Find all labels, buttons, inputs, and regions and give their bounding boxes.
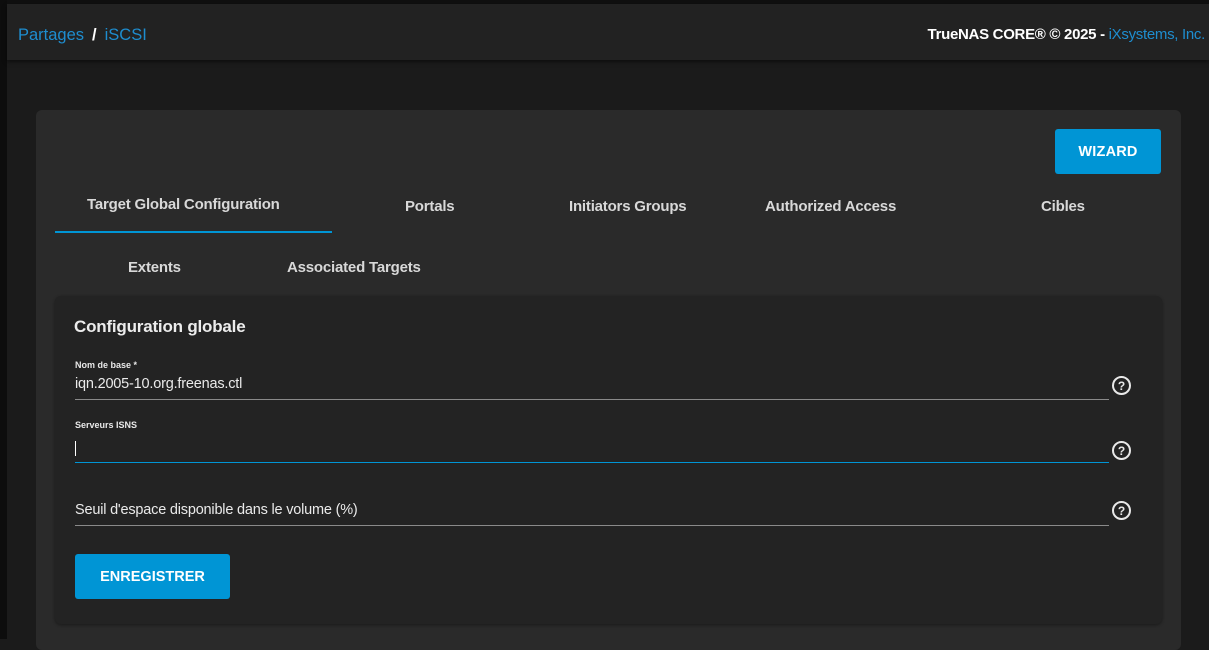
tab-target-global-configuration[interactable]: Target Global Configuration [87, 196, 280, 213]
tab-initiators-groups[interactable]: Initiators Groups [569, 198, 687, 215]
help-circle-icon[interactable]: ? [1112, 376, 1131, 395]
tab-cibles[interactable]: Cibles [1041, 198, 1085, 215]
text-caret [75, 441, 76, 456]
breadcrumb-partages[interactable]: Partages [18, 26, 84, 44]
base-name-underline [75, 399, 1109, 400]
isns-servers-underline [75, 462, 1109, 463]
breadcrumb-separator: / [92, 26, 97, 44]
tab-associated-targets[interactable]: Associated Targets [287, 259, 421, 276]
copyright: TrueNAS CORE® © 2025 - iXsystems, Inc. [927, 26, 1206, 43]
wizard-button[interactable]: WIZARD [1055, 129, 1161, 174]
global-config-form: Configuration globale Nom de base * iqn.… [55, 296, 1162, 624]
tab-portals[interactable]: Portals [405, 198, 455, 215]
breadcrumb: Partages / iSCSI [18, 26, 147, 45]
iscsi-card: WIZARD Target Global Configuration Porta… [36, 110, 1181, 650]
form-title: Configuration globale [74, 317, 246, 336]
top-bar: Partages / iSCSI TrueNAS CORE® © 2025 - iX… [7, 4, 1209, 60]
base-name-label: Nom de base * [75, 360, 138, 370]
tab-extents[interactable]: Extents [128, 259, 181, 276]
isns-servers-label: Serveurs ISNS [75, 420, 138, 430]
active-tab-indicator [55, 231, 332, 233]
tab-authorized-access[interactable]: Authorized Access [765, 198, 896, 215]
base-name-input[interactable]: iqn.2005-10.org.freenas.ctl [75, 376, 242, 392]
help-circle-icon[interactable]: ? [1112, 501, 1131, 520]
breadcrumb-iscsi[interactable]: iSCSI [105, 26, 147, 44]
help-circle-icon[interactable]: ? [1112, 441, 1131, 460]
pool-threshold-underline [75, 525, 1109, 526]
pool-threshold-label[interactable]: Seuil d'espace disponible dans le volume… [75, 502, 358, 518]
copyright-text: TrueNAS CORE® © 2025 - [927, 26, 1109, 43]
save-button[interactable]: ENREGISTRER [75, 554, 230, 599]
left-edge [0, 0, 7, 639]
ixsystems-link[interactable]: iXsystems, Inc. [1109, 26, 1206, 43]
